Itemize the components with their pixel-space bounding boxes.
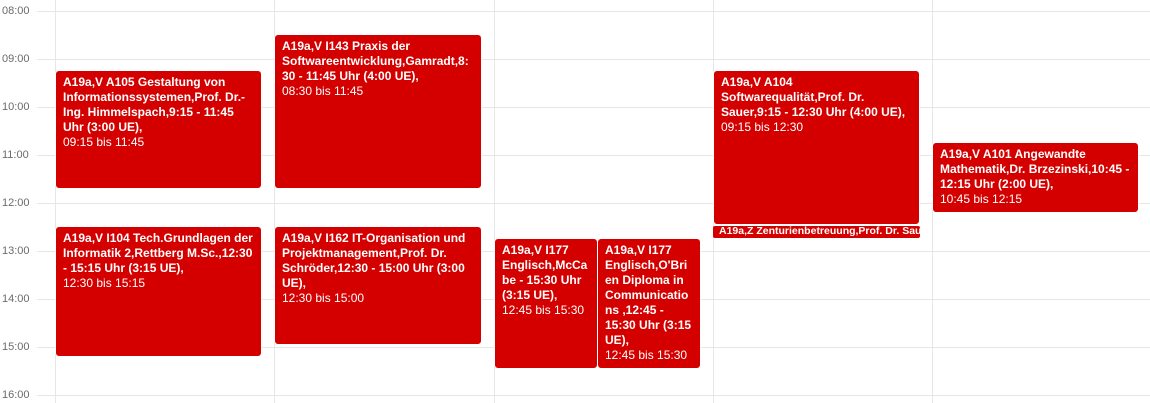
event-time: 09:15 bis 12:30: [721, 120, 804, 134]
calendar-event[interactable]: A19a,V I177 Englisch,O'Brien Diploma in …: [597, 238, 701, 369]
event-time: 09:15 bis 11:45: [63, 135, 145, 149]
event-title: A19a,V A105 Gestaltung von Informationss…: [63, 75, 246, 134]
event-title: A19a,Z Zenturienbetreuung,Prof. Dr. Saue…: [719, 226, 920, 237]
event-title: A19a,V I143 Praxis der Softwareentwicklu…: [282, 39, 469, 83]
time-label: 09:00: [2, 53, 30, 65]
event-title: A19a,V I177 Englisch,McCabe - 15:30 Uhr …: [502, 243, 588, 302]
event-title: A19a,V A101 Angewandte Mathematik,Dr. Br…: [940, 147, 1130, 191]
event-time: 08:30 bis 11:45: [282, 84, 364, 98]
time-label: 13:00: [2, 245, 30, 257]
hour-line: [37, 395, 1150, 396]
calendar-event[interactable]: A19a,V I104 Tech.Grundlagen der Informat…: [55, 226, 262, 357]
calendar-event[interactable]: A19a,V A101 Angewandte Mathematik,Dr. Br…: [932, 142, 1139, 213]
calendar-event[interactable]: A19a,V A105 Gestaltung von Informationss…: [55, 70, 262, 189]
event-title: A19a,V I177 Englisch,O'Brien Diploma in …: [605, 243, 692, 347]
event-time: 12:30 bis 15:00: [282, 291, 365, 305]
calendar-event[interactable]: A19a,V A104 Softwarequalität,Prof. Dr. S…: [713, 70, 920, 225]
event-title: A19a,V A104 Softwarequalität,Prof. Dr. S…: [721, 75, 906, 119]
time-label: 11:00: [2, 149, 29, 161]
time-label: 10:00: [2, 101, 30, 113]
event-time: 12:45 bis 15:30: [502, 303, 585, 317]
event-title: A19a,V I162 IT-Organisation und Projektm…: [282, 231, 466, 290]
time-label: 16:00: [2, 389, 30, 401]
time-label: 08:00: [2, 5, 30, 17]
hour-line: [37, 59, 1150, 60]
calendar-event[interactable]: A19a,V I143 Praxis der Softwareentwicklu…: [274, 34, 482, 189]
event-time: 12:45 bis 15:30: [605, 348, 688, 362]
event-title: A19a,V I104 Tech.Grundlagen der Informat…: [63, 231, 253, 275]
calendar-event[interactable]: A19a,V I162 IT-Organisation und Projektm…: [274, 226, 482, 345]
hour-line: [37, 11, 1150, 12]
calendar-event-strip[interactable]: A19a,Z Zenturienbetreuung,Prof. Dr. Saue…: [713, 226, 920, 238]
time-label: 14:00: [2, 293, 30, 305]
time-label: 12:00: [2, 197, 30, 209]
event-time: 12:30 bis 15:15: [63, 276, 146, 290]
time-label: 15:00: [2, 341, 30, 353]
calendar-event[interactable]: A19a,V I177 Englisch,McCabe - 15:30 Uhr …: [494, 238, 598, 369]
event-time: 10:45 bis 12:15: [940, 192, 1023, 206]
